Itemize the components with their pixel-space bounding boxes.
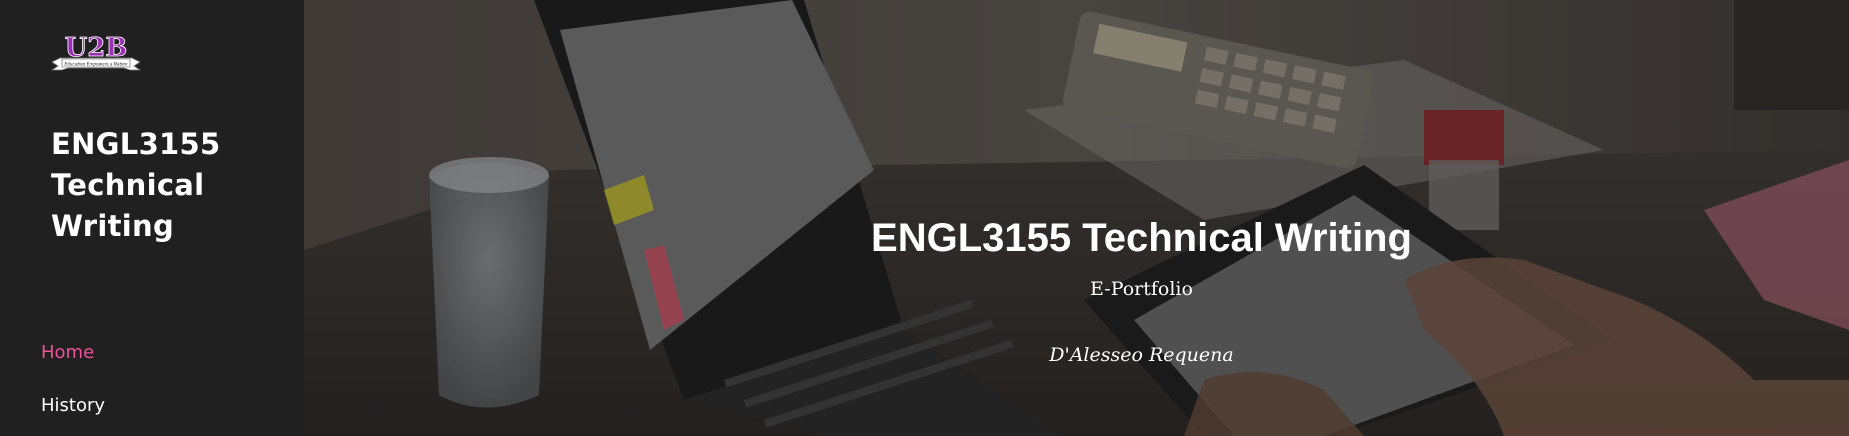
hero-subtitle: E-Portfolio (1090, 278, 1193, 300)
site-logo[interactable]: Education Empowers a Nation U2B (50, 28, 142, 78)
site-title[interactable]: ENGL3155 Technical Writing (51, 124, 271, 247)
nav-link-home[interactable]: Home (41, 338, 94, 368)
nav-link-history[interactable]: History (41, 391, 105, 421)
nav-item-history: History (41, 391, 105, 436)
main-nav: Home History (41, 338, 105, 436)
sidebar: Education Empowers a Nation U2B ENGL3155… (0, 0, 304, 436)
hero-title: ENGL3155 Technical Writing (871, 216, 1412, 260)
hero-banner: ENGL3155 Technical Writing E-Portfolio D… (304, 0, 1849, 436)
svg-text:U2B: U2B (65, 33, 128, 63)
u2b-logo-icon: Education Empowers a Nation U2B (50, 33, 142, 71)
hero-author: D'Alesseo Requena (1049, 344, 1234, 366)
nav-item-home: Home (41, 338, 105, 391)
hero-text: ENGL3155 Technical Writing E-Portfolio D… (304, 0, 1849, 436)
